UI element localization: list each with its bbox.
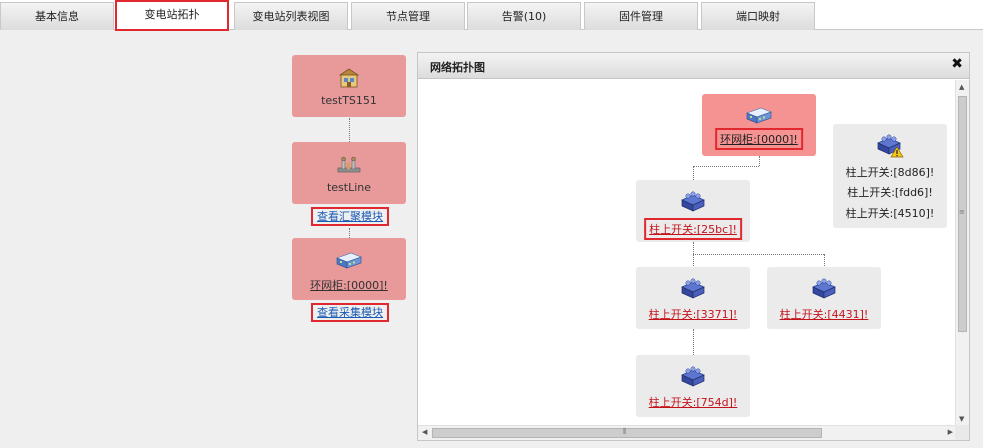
topo-connector (693, 242, 694, 254)
tree-connector (349, 118, 350, 142)
tab-port-mapping[interactable]: 端口映射 (701, 2, 815, 30)
topo-switch-25bc-link[interactable]: 柱上开关:[25bc]! (644, 218, 742, 240)
topo-connector (693, 166, 759, 167)
topo-switch-754d-link[interactable]: 柱上开关:[754d]! (646, 393, 741, 411)
pole-switch-icon (680, 366, 706, 391)
grip-icon: ≡ (959, 208, 965, 216)
topo-switch-4431-link[interactable]: 柱上开关:[4431]! (777, 305, 872, 323)
tab-substation-topology[interactable]: 变电站拓扑 (115, 0, 229, 31)
unlinked-switch-item: 柱上开关:[fdd6]! (847, 186, 933, 199)
topo-switch-3371-link[interactable]: 柱上开关:[3371]! (646, 305, 741, 323)
horizontal-scrollbar[interactable]: ◀ ⦀ ▶ (418, 425, 957, 440)
tab-firmware-management[interactable]: 固件管理 (584, 2, 698, 30)
line-label: testLine (326, 181, 372, 194)
tab-basic-info[interactable]: 基本信息 (0, 2, 114, 30)
scroll-down-icon[interactable]: ▼ (959, 415, 964, 423)
unlinked-switch-group[interactable]: 柱上开关:[8d86]! 柱上开关:[fdd6]! 柱上开关:[4510]! (833, 124, 947, 228)
tab-substation-list-view[interactable]: 变电站列表视图 (234, 2, 348, 30)
pole-switch-warning-icon (876, 134, 904, 161)
topo-root-cabinet-link[interactable]: 环网柜:[0000]! (715, 128, 803, 150)
unlinked-switch-item: 柱上开关:[8d86]! (845, 166, 935, 179)
topo-connector (693, 166, 694, 180)
ring-cabinet-icon (335, 250, 363, 273)
tab-alarms[interactable]: 告警(10) (467, 2, 581, 30)
view-aggregation-module-button[interactable]: 查看汇聚模块 (311, 207, 389, 226)
resize-corner[interactable] (955, 425, 969, 440)
pole-switch-icon (680, 191, 706, 216)
network-topology-panel: 网络拓扑图 ✖ 环网柜:[0000]! 柱上开关:[25bc]! 柱上开关:[3… (417, 52, 970, 441)
power-line-icon (336, 154, 362, 179)
topo-connector (693, 329, 694, 355)
topo-switch-4431[interactable]: 柱上开关:[4431]! (767, 267, 881, 329)
scroll-up-icon[interactable]: ▲ (959, 83, 964, 91)
topo-connector (693, 254, 694, 266)
close-icon[interactable]: ✖ (951, 56, 963, 72)
topology-canvas: 环网柜:[0000]! 柱上开关:[25bc]! 柱上开关:[3371]! 柱上… (418, 80, 957, 426)
pole-switch-icon (680, 278, 706, 303)
vertical-scrollbar[interactable]: ▲ ≡ ▼ (955, 80, 969, 426)
topo-switch-3371[interactable]: 柱上开关:[3371]! (636, 267, 750, 329)
scroll-right-icon[interactable]: ▶ (948, 428, 953, 436)
topo-switch-754d[interactable]: 柱上开关:[754d]! (636, 355, 750, 417)
cabinet-node[interactable]: 环网柜:[0000]! (292, 238, 406, 300)
panel-header: 网络拓扑图 ✖ (418, 53, 969, 79)
panel-title: 网络拓扑图 (430, 61, 485, 74)
topo-connector (693, 254, 824, 255)
pole-switch-icon (811, 278, 837, 303)
topo-switch-25bc[interactable]: 柱上开关:[25bc]! (636, 180, 750, 242)
topo-root-cabinet[interactable]: 环网柜:[0000]! (702, 94, 816, 156)
line-node[interactable]: testLine (292, 142, 406, 204)
cabinet-label: 环网柜:[0000]! (310, 279, 388, 292)
topo-connector (824, 254, 825, 266)
topo-connector (759, 156, 760, 166)
grip-icon: ⦀ (623, 427, 627, 436)
view-collection-module-button[interactable]: 查看采集模块 (311, 303, 389, 322)
unlinked-switch-item: 柱上开关:[4510]! (845, 207, 935, 220)
tree-connector (349, 228, 350, 238)
building-icon (337, 67, 361, 92)
ring-cabinet-icon (745, 105, 773, 128)
station-node[interactable]: testTS151 (292, 55, 406, 117)
scroll-left-icon[interactable]: ◀ (422, 428, 427, 436)
horizontal-scroll-thumb[interactable] (432, 428, 822, 438)
station-label: testTS151 (321, 94, 377, 107)
tab-bar: 基本信息 变电站拓扑 变电站列表视图 节点管理 告警(10) 固件管理 端口映射 (0, 0, 983, 31)
tab-node-management[interactable]: 节点管理 (351, 2, 465, 30)
